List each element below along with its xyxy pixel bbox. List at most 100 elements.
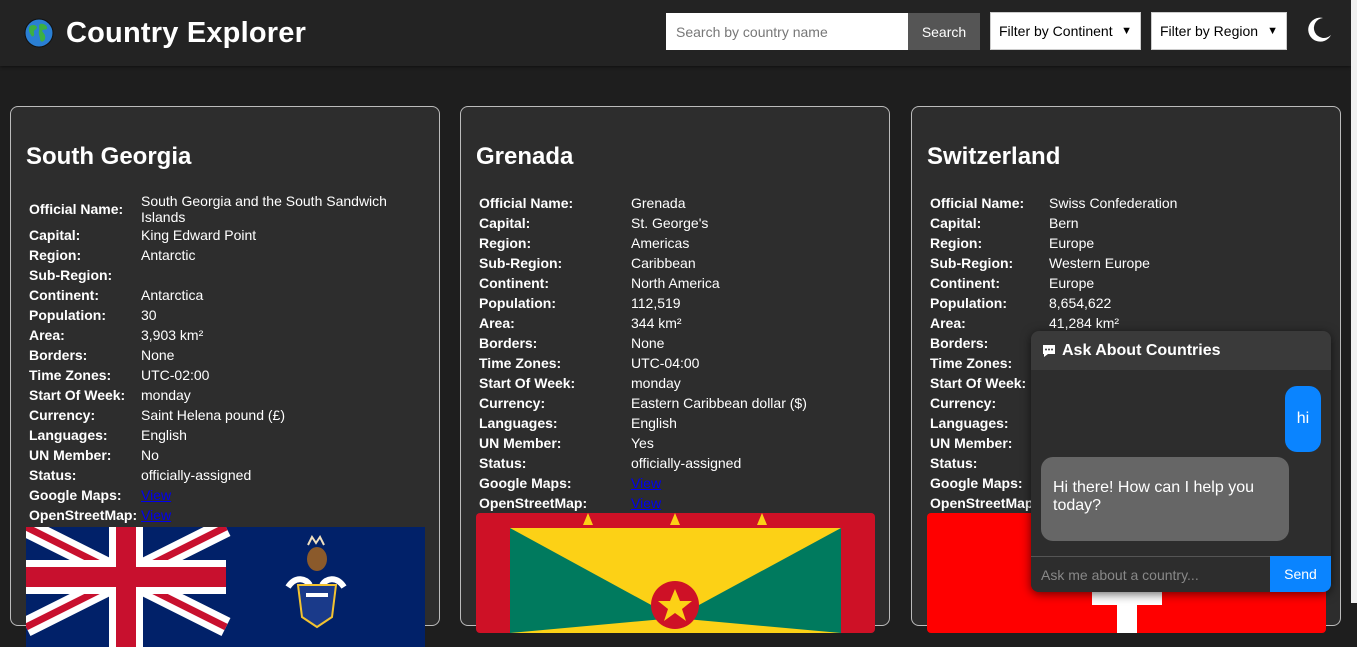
- info-row: Continent: Europe: [930, 273, 1310, 293]
- info-key: Time Zones:: [29, 367, 112, 383]
- info-key: Official Name:: [930, 195, 1025, 211]
- info-key: Population:: [479, 295, 556, 311]
- info-value: 112,519: [631, 295, 681, 311]
- info-row: Capital: St. George's: [479, 213, 859, 233]
- info-row: Population: 8,654,622: [930, 293, 1310, 313]
- info-row: Official Name: South Georgia and the Sout…: [29, 193, 399, 225]
- info-row: Sub-Region:: [29, 265, 399, 285]
- info-value: monday: [631, 375, 681, 391]
- info-value: 344 km²: [631, 315, 682, 331]
- region-filter-label: Filter by Region: [1160, 23, 1259, 39]
- openstreetmap-link[interactable]: View: [631, 495, 661, 511]
- info-row: Area: 344 km²: [479, 313, 859, 333]
- info-row: Languages: English: [29, 425, 399, 445]
- scrollbar[interactable]: [1351, 0, 1357, 603]
- bot-message: Hi there! How can I help you today?: [1041, 457, 1289, 541]
- info-key: Capital:: [479, 215, 531, 231]
- info-key: Continent:: [479, 275, 549, 291]
- info-key: Start Of Week:: [479, 375, 576, 391]
- google-maps-link[interactable]: View: [631, 475, 661, 491]
- info-row: Area: 3,903 km²: [29, 325, 399, 345]
- info-key: Capital:: [930, 215, 982, 231]
- country-card: South Georgia Official Name: South Georgi…: [10, 106, 440, 647]
- info-row: Currency: Eastern Caribbean dollar ($): [479, 393, 859, 413]
- openstreetmap-link[interactable]: View: [141, 507, 171, 523]
- info-key: Population:: [930, 295, 1007, 311]
- info-key: Continent:: [930, 275, 1000, 291]
- info-row: Continent: North America: [479, 273, 859, 293]
- info-row: OpenStreetMap: View: [479, 493, 859, 513]
- info-key: Population:: [29, 307, 106, 323]
- info-value: 30: [141, 307, 157, 323]
- info-key: OpenStreetMap:: [479, 495, 588, 511]
- info-value: King Edward Point: [141, 227, 257, 243]
- search-input[interactable]: [666, 13, 908, 50]
- info-key: Region:: [479, 235, 532, 251]
- send-button[interactable]: Send: [1270, 556, 1331, 592]
- info-value: South Georgia and the South Sandwich Isl…: [141, 193, 387, 225]
- google-maps-link[interactable]: View: [141, 487, 171, 503]
- chevron-down-icon: ▼: [1267, 25, 1278, 37]
- info-row: Start Of Week: monday: [479, 373, 859, 393]
- speech-bubble-icon: [1043, 344, 1055, 357]
- country-flag: [26, 527, 425, 647]
- continent-filter-select[interactable]: Filter by Continent ▼: [990, 12, 1141, 50]
- info-key: UN Member:: [479, 435, 562, 451]
- info-row: Sub-Region: Western Europe: [930, 253, 1310, 273]
- info-value: [141, 265, 399, 285]
- info-row: Sub-Region: Caribbean: [479, 253, 859, 273]
- info-value: Yes: [631, 435, 654, 451]
- info-value: officially-assigned: [631, 455, 742, 471]
- search-button[interactable]: Search: [908, 13, 980, 50]
- info-row: Status: officially-assigned: [29, 465, 399, 485]
- info-row: Google Maps: View: [479, 473, 859, 493]
- info-value-cell: View: [631, 493, 859, 513]
- info-key: Status:: [479, 455, 527, 471]
- info-key: Start Of Week:: [29, 387, 126, 403]
- info-row: Region: Antarctic: [29, 245, 399, 265]
- info-key: UN Member:: [29, 447, 112, 463]
- info-value: Europe: [1049, 275, 1095, 291]
- chat-title: Ask About Countries: [1062, 341, 1221, 359]
- info-key: Currency:: [479, 395, 546, 411]
- info-value: English: [141, 427, 187, 443]
- info-row: Time Zones: UTC-02:00: [29, 365, 399, 385]
- info-key: Region:: [930, 235, 983, 251]
- info-key: Official Name:: [29, 201, 124, 217]
- info-row: Continent: Antarctica: [29, 285, 399, 305]
- region-filter-select[interactable]: Filter by Region ▼: [1151, 12, 1287, 50]
- info-value: Western Europe: [1049, 255, 1150, 271]
- info-value: English: [631, 415, 677, 431]
- chat-input[interactable]: [1031, 556, 1270, 592]
- info-value: Caribbean: [631, 255, 696, 271]
- country-info-table: Official Name: South Georgia and the Sout…: [29, 193, 399, 525]
- info-row: Currency: Saint Helena pound (£): [29, 405, 399, 425]
- info-row: Google Maps: View: [29, 485, 399, 505]
- info-key: Area:: [479, 315, 515, 331]
- moon-icon[interactable]: [1304, 15, 1334, 45]
- info-row: Capital: Bern: [930, 213, 1310, 233]
- info-key: Google Maps:: [29, 487, 122, 503]
- info-value: monday: [141, 387, 191, 403]
- info-value: St. George's: [631, 215, 709, 231]
- info-row: UN Member: Yes: [479, 433, 859, 453]
- globe-icon: [24, 18, 54, 48]
- info-value: Saint Helena pound (£): [141, 407, 285, 423]
- info-row: Status: officially-assigned: [479, 453, 859, 473]
- app-header: Country Explorer Search Filter by Contin…: [0, 0, 1351, 66]
- info-value: 8,654,622: [1049, 295, 1112, 311]
- info-row: Official Name: Grenada: [479, 193, 859, 213]
- info-value: Eastern Caribbean dollar ($): [631, 395, 807, 411]
- info-value: Americas: [631, 235, 690, 251]
- info-key: Time Zones:: [479, 355, 562, 371]
- info-value: 41,284 km²: [1049, 315, 1120, 331]
- country-flag: [476, 513, 875, 633]
- info-row: Region: Europe: [930, 233, 1310, 253]
- info-value: officially-assigned: [141, 467, 252, 483]
- info-key: Borders:: [29, 347, 88, 363]
- info-key: Continent:: [29, 287, 99, 303]
- app-title: Country Explorer: [66, 17, 307, 49]
- info-key: OpenStreetMap:: [29, 507, 138, 523]
- info-key: Official Name:: [479, 195, 574, 211]
- info-value: North America: [631, 275, 720, 291]
